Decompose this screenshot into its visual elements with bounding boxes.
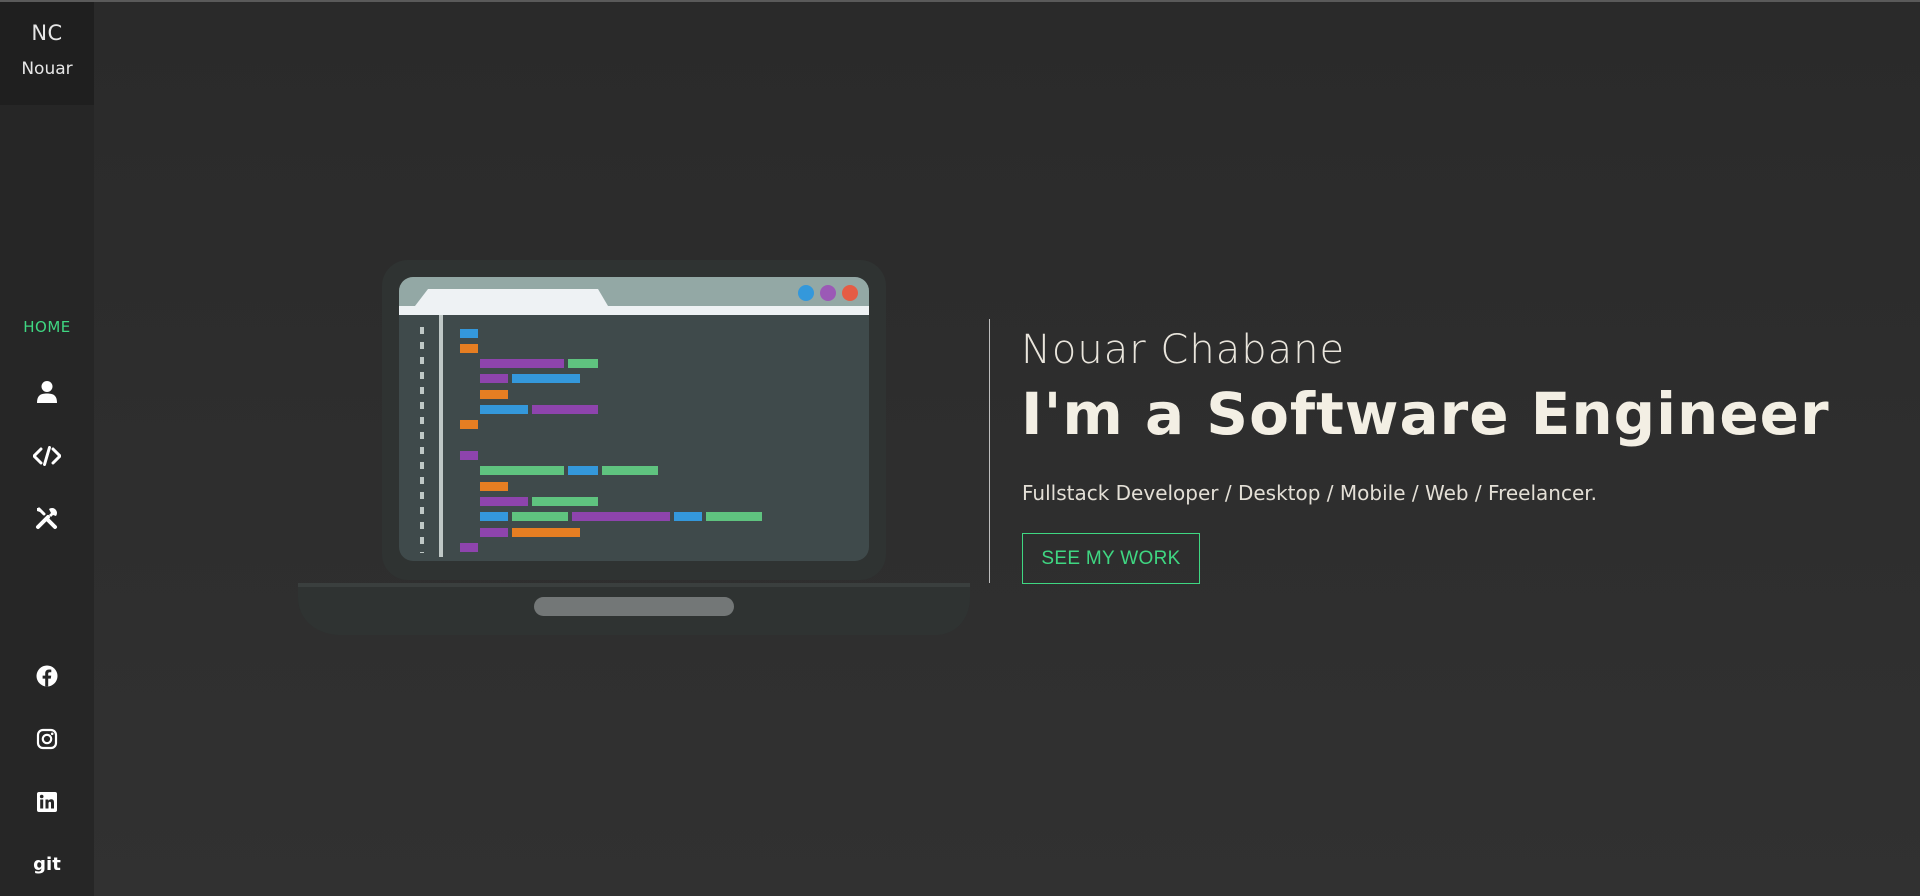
logo[interactable]: NC Nouar: [0, 2, 94, 105]
logo-name: Nouar: [21, 59, 73, 79]
facebook-icon: [36, 665, 58, 687]
social-facebook[interactable]: [30, 659, 64, 693]
hero-divider: [989, 319, 990, 583]
social-instagram[interactable]: [30, 722, 64, 756]
git-icon: git: [33, 853, 61, 875]
nav-about[interactable]: [30, 375, 64, 409]
nav-home[interactable]: HOME: [0, 318, 94, 336]
nav-skills[interactable]: [30, 439, 64, 473]
see-my-work-button[interactable]: SEE MY WORK: [1022, 533, 1200, 584]
instagram-icon: [36, 728, 58, 750]
user-icon: [37, 381, 57, 403]
tools-icon: [36, 507, 58, 529]
code-icon: [33, 446, 61, 466]
nav-projects[interactable]: [30, 501, 64, 535]
sidebar: NC Nouar HOME git: [0, 2, 94, 896]
logo-initials: NC: [31, 21, 63, 45]
page: NC Nouar HOME git Nouar Chabane I'm a So…: [0, 0, 1920, 896]
hero-title: I'm a Software Engineer: [1021, 380, 1830, 448]
hero-name: Nouar Chabane: [1021, 327, 1346, 373]
social-git[interactable]: git: [30, 847, 64, 881]
laptop-code-illustration: [298, 260, 970, 635]
hero-subtitle: Fullstack Developer / Desktop / Mobile /…: [1022, 481, 1597, 505]
social-linkedin[interactable]: [30, 785, 64, 819]
linkedin-icon: [37, 792, 57, 812]
